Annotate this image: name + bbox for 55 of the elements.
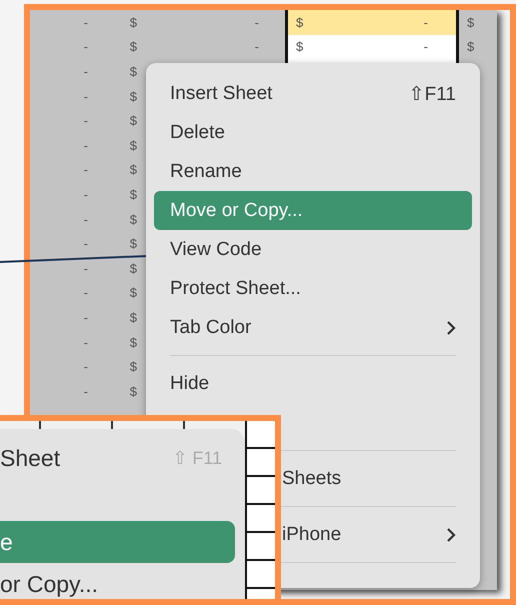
cell-text: -: [84, 212, 88, 227]
cell-text: -: [84, 260, 88, 276]
menu-item[interactable]: Rename: [154, 152, 472, 191]
menu-item[interactable]: View Code: [154, 230, 472, 269]
cell-text: -: [424, 14, 428, 30]
cell-text: -: [84, 236, 88, 252]
cell-text: $: [130, 88, 137, 104]
cell-text: -: [84, 359, 88, 374]
menu-item[interactable]: or Copy...: [0, 563, 235, 599]
cell-text: -: [254, 39, 259, 54]
cell-text: -: [84, 334, 88, 350]
menu-item[interactable]: Tab Color: [154, 308, 472, 347]
shortcut-label: ⇧ F11: [172, 447, 222, 469]
cell-text: -: [84, 64, 88, 79]
cell-text: $: [467, 14, 474, 30]
menu-item[interactable]: Sheet ⇧ F11: [0, 437, 235, 479]
cell-text: $: [130, 14, 137, 30]
cell-text: $: [130, 212, 137, 227]
menu-item[interactable]: Move or Copy...: [154, 191, 472, 230]
cell-text: -: [84, 113, 88, 128]
menu-item[interactable]: Hide: [154, 364, 472, 403]
cell-text: -: [84, 186, 88, 202]
cell-text: $: [467, 39, 474, 54]
menu-item[interactable]: e: [0, 521, 235, 563]
cell-text: -: [84, 88, 88, 104]
cell-text: -: [84, 138, 88, 153]
cell-text: $: [130, 64, 137, 79]
menu-item[interactable]: Protect Sheet...: [154, 269, 472, 308]
cell-text: $: [130, 138, 137, 153]
cell-text: $: [130, 310, 137, 325]
cell-text: $: [130, 186, 137, 202]
menu-item[interactable]: Delete: [154, 113, 472, 152]
cell-text: $: [130, 384, 137, 399]
chevron-right-icon: [446, 526, 456, 542]
cell-text: $: [130, 113, 137, 128]
cell-text: $: [130, 285, 137, 300]
chevron-right-icon: [446, 320, 456, 336]
cell-text: $: [130, 162, 137, 178]
cell-text: -: [84, 162, 88, 178]
cell-text: -: [84, 310, 88, 325]
cell-text: -: [84, 285, 88, 300]
cell-text: $: [296, 39, 304, 54]
menu-item[interactable]: Insert Sheet ⇧F11: [154, 74, 472, 113]
cell-text: $: [130, 260, 137, 276]
cell-text: -: [84, 384, 88, 399]
shortcut-label: ⇧F11: [408, 82, 456, 106]
cell-text: -: [254, 14, 259, 30]
cell-text: $: [130, 236, 137, 252]
cell-text: $: [130, 39, 137, 54]
cell-text: $: [296, 14, 304, 30]
cell-text: -: [84, 14, 88, 30]
cell-text: -: [424, 39, 428, 54]
cell-text: -: [84, 39, 88, 54]
cell-text: $: [130, 334, 137, 350]
cell-text: $: [130, 359, 137, 374]
